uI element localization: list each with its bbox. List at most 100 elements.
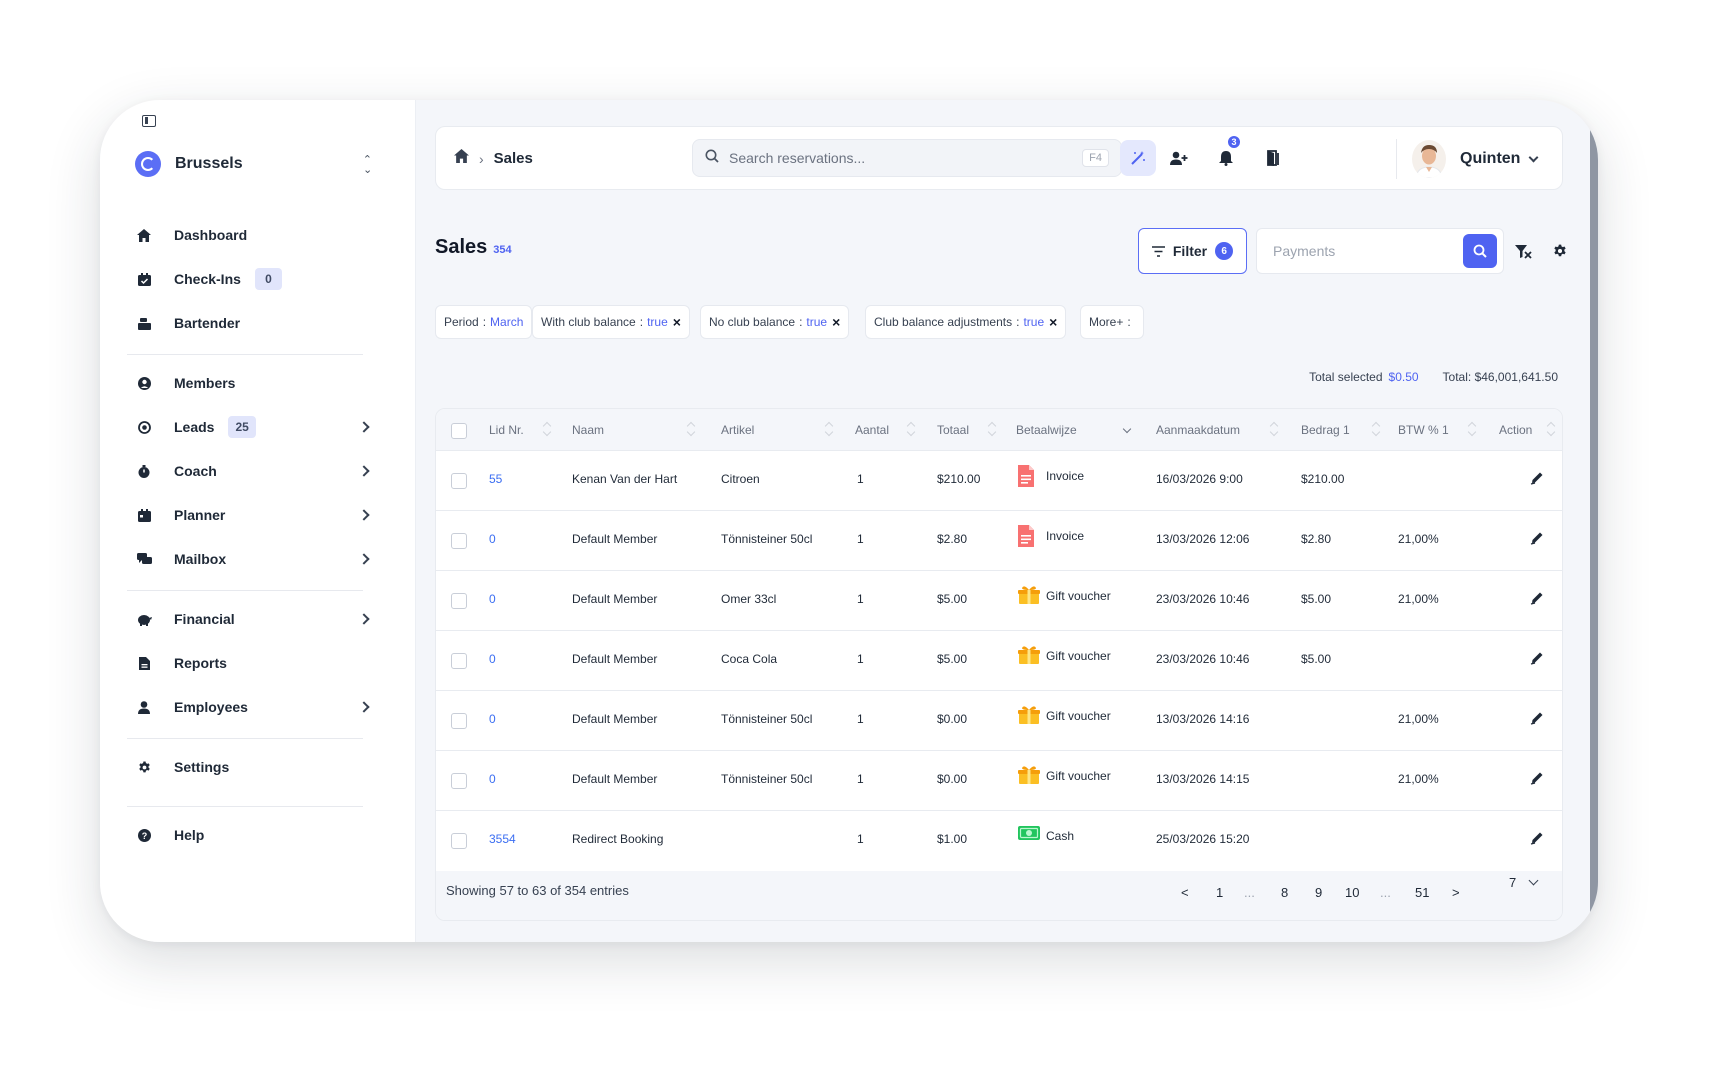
home-icon[interactable] [454, 149, 469, 168]
remove-chip-icon[interactable]: × [673, 315, 681, 329]
cell-lid-nr[interactable]: 55 [489, 472, 502, 486]
pagination-page[interactable]: 9 [1315, 885, 1322, 900]
sidebar-item-check-ins[interactable]: Check-Ins 0 [136, 262, 372, 296]
remove-chip-icon[interactable]: × [832, 315, 840, 329]
column-header-betaalwijze[interactable]: Betaalwijze [1016, 423, 1077, 437]
filter-chip-period[interactable]: Period: March [435, 305, 533, 339]
sidebar-item-reports[interactable]: Reports [136, 646, 372, 680]
notifications-button[interactable]: 3 [1208, 134, 1244, 176]
payments-search-button[interactable] [1463, 234, 1497, 268]
table-row[interactable]: 0 Default Member Tönnisteiner 50cl 1 $0.00 Gi… [436, 691, 1562, 751]
column-header-btw-1[interactable]: BTW % 1 [1398, 423, 1449, 437]
pagination-page[interactable]: 51 [1415, 885, 1429, 900]
filter-button[interactable]: Filter 6 [1138, 228, 1247, 274]
club-switcher[interactable]: Brussels ⌃ ⌃ [135, 149, 372, 179]
cell-lid-nr[interactable]: 3554 [489, 832, 516, 846]
cell-lid-nr[interactable]: 0 [489, 712, 496, 726]
sort-icon[interactable] [1271, 421, 1279, 437]
clear-filters-button[interactable] [1510, 238, 1536, 264]
edit-icon[interactable] [1530, 531, 1544, 545]
row-checkbox[interactable] [451, 713, 467, 729]
search-icon [705, 149, 719, 168]
filter-chip-more[interactable]: More+: [1080, 305, 1144, 339]
table-row[interactable]: 0 Default Member Coca Cola 1 $5.00 Gift vouch… [436, 631, 1562, 691]
select-all-checkbox[interactable] [451, 423, 467, 439]
payments-search[interactable] [1256, 228, 1504, 274]
filter-chip-club-balance-adjustments[interactable]: Club balance adjustments: true × [865, 305, 1067, 339]
chevron-right-icon [358, 509, 370, 521]
sidebar-item-help[interactable]: ? Help [136, 818, 372, 852]
sidebar-item-employees[interactable]: Employees [136, 690, 372, 724]
scrollbar[interactable] [1590, 120, 1598, 920]
edit-icon[interactable] [1530, 771, 1544, 785]
door-exit-button[interactable] [1256, 140, 1292, 176]
reservation-search[interactable]: F4 [692, 139, 1122, 177]
sidebar-item-bartender[interactable]: Bartender [136, 306, 372, 340]
sidebar-item-coach[interactable]: Coach [136, 454, 372, 488]
edit-icon[interactable] [1530, 831, 1544, 845]
pagination-prev[interactable]: < [1181, 885, 1189, 900]
sidebar-item-members[interactable]: Members [136, 366, 372, 400]
sidebar-item-mailbox[interactable]: Mailbox [136, 542, 372, 576]
remove-chip-icon[interactable]: × [1049, 315, 1057, 329]
column-header-totaal[interactable]: Totaal [937, 423, 969, 437]
column-header-naam[interactable]: Naam [572, 423, 604, 437]
row-checkbox[interactable] [451, 473, 467, 489]
filter-chip-no-club-balance[interactable]: No club balance: true × [700, 305, 850, 339]
sidebar-item-dashboard[interactable]: Dashboard [136, 218, 372, 252]
sort-descending-icon[interactable] [1124, 421, 1132, 437]
edit-icon[interactable] [1530, 651, 1544, 665]
sidebar-item-financial[interactable]: Financial [136, 602, 372, 636]
pagination-next[interactable]: > [1452, 885, 1460, 900]
edit-icon[interactable] [1530, 591, 1544, 605]
table-row[interactable]: 55 Kenan Van der Hart Citroen 1 $210.00 Invoi… [436, 451, 1562, 511]
cell-betaalwijze: Gift voucher [1018, 705, 1111, 727]
row-checkbox[interactable] [451, 833, 467, 849]
cell-lid-nr[interactable]: 0 [489, 772, 496, 786]
column-header-artikel[interactable]: Artikel [721, 423, 754, 437]
magic-wand-button[interactable] [1120, 140, 1156, 176]
add-user-button[interactable] [1161, 140, 1197, 176]
pagination-page[interactable]: 1 [1216, 885, 1223, 900]
user-menu[interactable]: Quinten [1412, 139, 1539, 179]
sort-icon[interactable] [544, 421, 552, 437]
sort-icon[interactable] [1469, 421, 1477, 437]
table-settings-button[interactable] [1547, 238, 1573, 264]
edit-icon[interactable] [1530, 711, 1544, 725]
gift-voucher-icon [1018, 765, 1040, 787]
rows-per-page-select[interactable]: 7 [1509, 875, 1539, 890]
row-checkbox[interactable] [451, 593, 467, 609]
sidebar-item-settings[interactable]: Settings [136, 750, 372, 784]
sort-icon[interactable] [826, 421, 834, 437]
cell-lid-nr[interactable]: 0 [489, 592, 496, 606]
payments-search-input[interactable] [1273, 243, 1463, 259]
table-row[interactable]: 3554 Redirect Booking 1 $1.00 Cash 25/03/2026… [436, 811, 1562, 871]
sort-icon[interactable] [1548, 421, 1556, 437]
column-header-aantal[interactable]: Aantal [855, 423, 889, 437]
filter-chip-with-club-balance[interactable]: With club balance: true × [532, 305, 690, 339]
table-row[interactable]: 0 Default Member Tönnisteiner 50cl 1 $2.80 In… [436, 511, 1562, 571]
cell-lid-nr[interactable]: 0 [489, 652, 496, 666]
pagination-page[interactable]: 8 [1281, 885, 1288, 900]
column-header-lid-nr[interactable]: Lid Nr. [489, 423, 524, 437]
sort-icon[interactable] [688, 421, 696, 437]
sort-icon[interactable] [989, 421, 997, 437]
cell-lid-nr[interactable]: 0 [489, 532, 496, 546]
sort-icon[interactable] [1373, 421, 1381, 437]
column-header-bedrag-1[interactable]: Bedrag 1 [1301, 423, 1350, 437]
document-icon [136, 655, 152, 671]
row-checkbox[interactable] [451, 773, 467, 789]
search-input[interactable] [729, 150, 1083, 166]
pagination-page[interactable]: 10 [1345, 885, 1359, 900]
cell-aantal: 1 [857, 652, 864, 666]
row-checkbox[interactable] [451, 533, 467, 549]
sidebar-item-planner[interactable]: Planner [136, 498, 372, 532]
sidebar-toggle-icon[interactable] [142, 115, 156, 127]
edit-icon[interactable] [1530, 471, 1544, 485]
sidebar-item-leads[interactable]: Leads 25 [136, 410, 372, 444]
sort-icon[interactable] [908, 421, 916, 437]
column-header-aanmaakdatum[interactable]: Aanmaakdatum [1156, 423, 1240, 437]
table-row[interactable]: 0 Default Member Omer 33cl 1 $5.00 Gift vouch… [436, 571, 1562, 631]
row-checkbox[interactable] [451, 653, 467, 669]
table-row[interactable]: 0 Default Member Tönnisteiner 50cl 1 $0.00 Gi… [436, 751, 1562, 811]
